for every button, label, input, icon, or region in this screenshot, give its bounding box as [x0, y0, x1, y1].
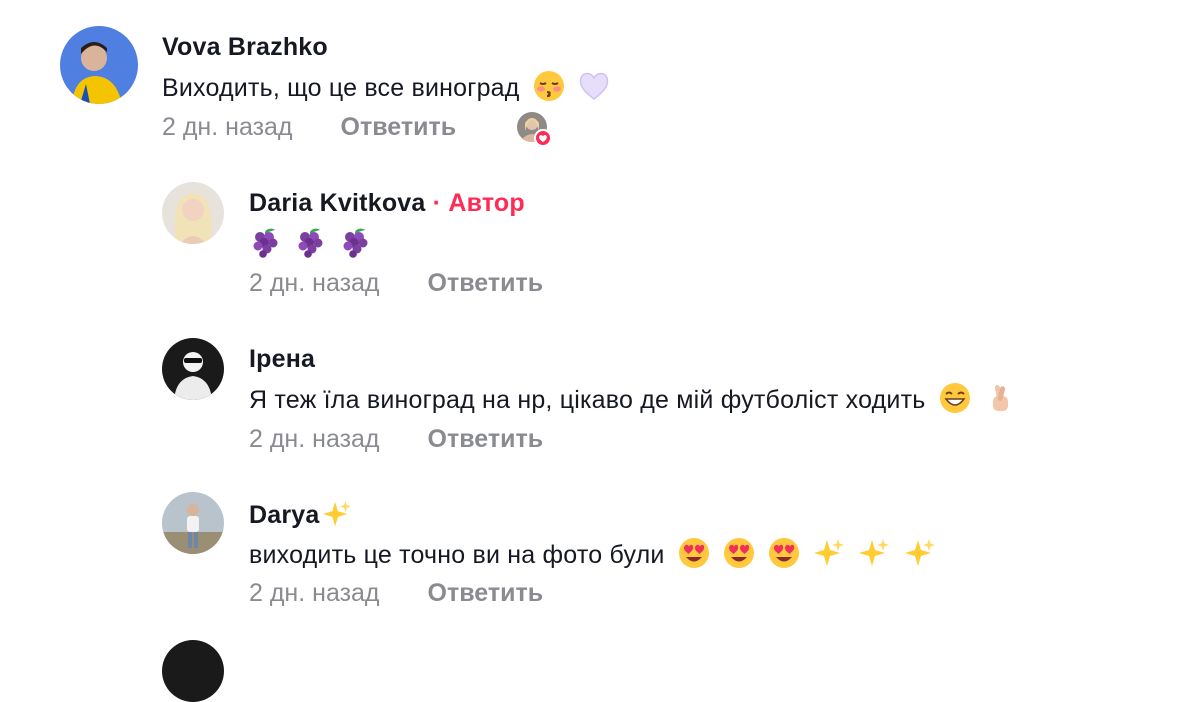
comment-timestamp: 2 дн. назад — [249, 269, 380, 297]
author-name[interactable]: Daria Kvitkova — [249, 189, 426, 217]
sparkles-icon — [813, 537, 845, 569]
author-badge: · Автор — [432, 189, 525, 217]
comment-text — [249, 226, 371, 259]
comment-timestamp: 2 дн. назад — [249, 425, 380, 453]
comment-timestamp: 2 дн. назад — [249, 579, 380, 607]
sparkles-icon — [858, 537, 890, 569]
comment-text: Я теж їла виноград на нр, цікаво де мій … — [249, 382, 1016, 415]
avatar[interactable] — [60, 26, 138, 104]
comment-meta: 2 дн. назад Ответить — [162, 113, 456, 142]
comment-author[interactable]: Darya — [249, 499, 352, 530]
avatar[interactable] — [162, 338, 224, 400]
grapes-icon — [339, 226, 371, 258]
comment-meta: 2 дн. назад Ответить — [249, 425, 543, 454]
avatar[interactable] — [162, 182, 224, 244]
author-name[interactable]: Darya — [249, 501, 320, 529]
comment-author[interactable]: Daria Kvitkova · Автор — [249, 189, 525, 218]
grapes-icon — [294, 226, 326, 258]
sleepy-kiss-emoji-icon — [533, 70, 565, 102]
comment-author[interactable]: Vova Brazhko — [162, 33, 328, 62]
reply-button[interactable]: Ответить — [428, 425, 544, 453]
heart-eyes-emoji-icon — [678, 537, 710, 569]
avatar[interactable] — [162, 640, 224, 702]
reply-button[interactable]: Ответить — [428, 269, 544, 297]
avatar[interactable] — [162, 492, 224, 554]
sparkles-icon — [904, 537, 936, 569]
comment-timestamp: 2 дн. назад — [162, 113, 293, 141]
comment-meta: 2 дн. назад Ответить — [249, 269, 543, 298]
comment-meta: 2 дн. назад Ответить — [249, 579, 543, 608]
comment-text: Виходить, що це все виноград — [162, 70, 610, 103]
sparkles-icon — [322, 499, 352, 529]
grinning-emoji-icon — [939, 382, 971, 414]
comment-body: Виходить, що це все виноград — [162, 74, 520, 102]
white-heart-emoji-icon — [578, 70, 610, 102]
comment-text: виходить це точно ви на фото були — [249, 537, 936, 570]
heart-eyes-emoji-icon — [768, 537, 800, 569]
reply-button[interactable]: Ответить — [341, 113, 457, 141]
crossed-fingers-emoji-icon — [984, 382, 1016, 414]
creator-liked-badge — [516, 111, 552, 147]
heart-eyes-emoji-icon — [723, 537, 755, 569]
comment-body: Я теж їла виноград на нр, цікаво де мій … — [249, 386, 926, 414]
reply-button[interactable]: Ответить — [428, 579, 544, 607]
grapes-icon — [249, 226, 281, 258]
comment-body: виходить це точно ви на фото були — [249, 541, 665, 569]
comment-author[interactable]: Ірена — [249, 345, 315, 374]
